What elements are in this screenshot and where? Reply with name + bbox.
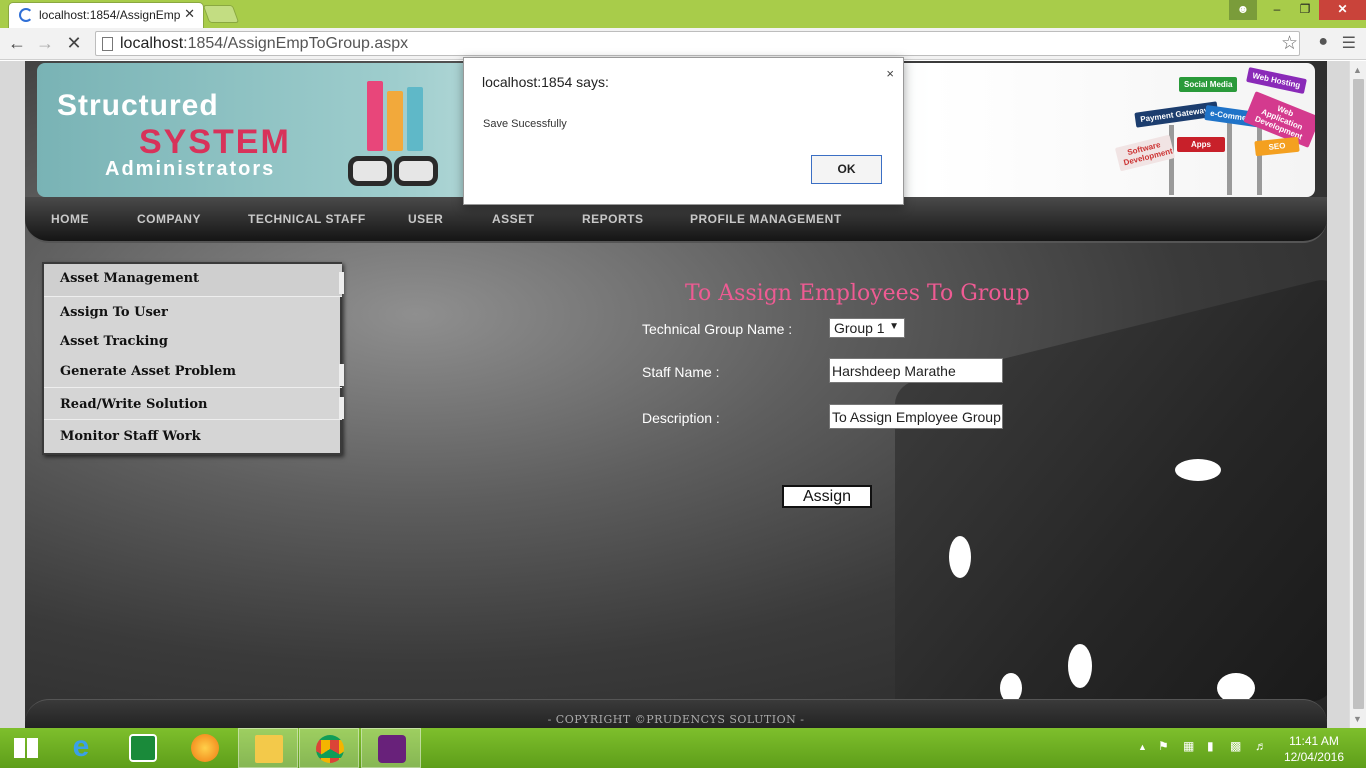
dialog-message: Save Sucessfully (483, 118, 567, 130)
clock-date: 12/04/2016 (1283, 750, 1344, 764)
logo-line-3: Administrators (105, 158, 276, 180)
sidebar-notch (339, 272, 344, 294)
sign-label: Apps (1177, 137, 1225, 152)
file-explorer-icon[interactable] (238, 728, 298, 768)
clock-time: 11:41 AM (1289, 734, 1339, 748)
user-profile-icon[interactable]: ☻ (1229, 0, 1257, 20)
staff-name-input[interactable]: Harshdeep Marathe (829, 358, 1003, 383)
scroll-down-icon[interactable]: ▼ (1353, 714, 1362, 724)
sidebar-item-asset-tracking[interactable]: Asset Tracking (44, 326, 342, 356)
sidebar-menu: Asset Management Assign To User Asset Tr… (42, 262, 344, 455)
orange-app-icon[interactable] (175, 728, 235, 768)
bookmark-star-icon[interactable]: ☆ (1281, 32, 1298, 55)
page-icon (102, 37, 113, 51)
signal-icon[interactable]: ▩ (1230, 739, 1241, 753)
clock[interactable]: 11:41 AM 12/04/2016 (1284, 733, 1344, 765)
address-bar[interactable]: localhost:1854/AssignEmpToGroup.aspx (95, 31, 1300, 56)
internet-explorer-icon[interactable]: e (51, 728, 111, 768)
windows-taskbar: e ▲ ⚑ ▦ ▮ ▩ ♬ 11:41 AM 12/04/2016 (0, 728, 1366, 768)
arrow-right-icon[interactable]: → (33, 33, 57, 54)
dice-dot (1068, 644, 1092, 688)
description-label: Description : (642, 410, 720, 426)
technical-group-label: Technical Group Name : (642, 321, 793, 337)
url-path: :1854/AssignEmpToGroup.aspx (183, 35, 409, 52)
staff-name-label: Staff Name : (642, 364, 720, 380)
technical-group-select[interactable]: Group 1 ▼ (829, 318, 905, 338)
menu-icon[interactable]: ☰ (1342, 33, 1356, 53)
menu-item-technical-staff[interactable]: TECHNICAL STAFF (248, 212, 366, 226)
window-controls: ☻ – ❐ ✕ (1229, 0, 1366, 20)
volume-icon[interactable]: ♬ (1255, 739, 1267, 753)
browser-toolbar: ← → ✕ localhost:1854/AssignEmpToGroup.as… (0, 28, 1366, 60)
chrome-icon[interactable] (299, 728, 359, 768)
sidebar-item-assign-to-user[interactable]: Assign To User (44, 296, 342, 326)
visual-studio-icon[interactable] (361, 728, 421, 768)
menu-item-home[interactable]: HOME (51, 212, 89, 226)
vertical-scrollbar[interactable]: ▲ ▼ (1349, 61, 1366, 728)
tab-close-icon[interactable]: ✕ (184, 6, 195, 22)
minimize-button[interactable]: – (1263, 0, 1291, 20)
sidebar-item-asset-management[interactable]: Asset Management (44, 264, 342, 296)
dialog-close-icon[interactable]: × (886, 66, 894, 81)
new-tab-button[interactable] (202, 5, 240, 23)
logo-line-1: Structured (57, 89, 219, 122)
sidebar-item-generate-asset-problem[interactable]: Generate Asset Problem (44, 356, 342, 387)
dialog-title: localhost:1854 says: (482, 74, 609, 90)
page-title: To Assign Employees To Group (685, 281, 1030, 306)
browser-titlebar: localhost:1854/AssignEmp ✕ ☻ – ❐ ✕ (0, 0, 1366, 28)
windows-tray-icon[interactable]: ▦ (1183, 739, 1194, 753)
sidebar-notch (339, 364, 344, 386)
browser-tab[interactable]: localhost:1854/AssignEmp ✕ (8, 2, 204, 28)
ok-button[interactable]: OK (811, 155, 882, 184)
extension-icon[interactable]: ● (1318, 33, 1328, 51)
url-host: localhost (120, 35, 184, 52)
sidebar-item-monitor-staff-work[interactable]: Monitor Staff Work (44, 419, 342, 453)
description-input[interactable]: To Assign Employee Group (829, 404, 1003, 429)
menu-item-reports[interactable]: REPORTS (582, 212, 644, 226)
technical-group-value: Group 1 (834, 320, 885, 336)
sidebar-notch (339, 397, 344, 419)
sidebar-item-read-write-solution[interactable]: Read/Write Solution (44, 387, 342, 419)
dice-dot (1175, 459, 1221, 481)
assign-button[interactable]: Assign (782, 485, 872, 508)
logo-line-2: SYSTEM (139, 123, 291, 161)
copyright-text: - COPYRIGHT ©PRUDENCYS SOLUTION - (547, 713, 805, 726)
menu-item-company[interactable]: COMPANY (137, 212, 201, 226)
store-icon[interactable] (113, 728, 173, 768)
arrow-left-icon[interactable]: ← (5, 33, 29, 54)
scroll-up-icon[interactable]: ▲ (1353, 65, 1362, 75)
services-signs: Social Media Web Hosting Payment Gateway… (1087, 67, 1315, 195)
sign-label: Web Hosting (1246, 67, 1307, 94)
battery-icon[interactable]: ▮ (1207, 739, 1214, 753)
scroll-thumb[interactable] (1353, 79, 1364, 709)
tray-expand-icon[interactable]: ▲ (1138, 742, 1147, 752)
alert-dialog: localhost:1854 says: × Save Sucessfully … (463, 57, 904, 205)
chevron-down-icon: ▼ (889, 321, 899, 332)
sign-label: Social Media (1179, 77, 1238, 92)
menu-item-user[interactable]: USER (408, 212, 443, 226)
sign-label: SEO (1254, 136, 1300, 157)
flag-icon[interactable]: ⚑ (1158, 739, 1169, 753)
sign-label: Software Development (1114, 134, 1176, 172)
maximize-button[interactable]: ❐ (1291, 0, 1319, 20)
glasses-illustration (342, 156, 442, 188)
loading-spinner-icon (19, 8, 33, 22)
tab-title: localhost:1854/AssignEmp (39, 8, 181, 22)
close-window-button[interactable]: ✕ (1319, 0, 1366, 20)
site-footer: - COPYRIGHT ©PRUDENCYS SOLUTION - (25, 699, 1327, 728)
close-icon[interactable]: ✕ (62, 33, 86, 54)
menu-item-profile-management[interactable]: PROFILE MANAGEMENT (690, 212, 842, 226)
menu-item-asset[interactable]: ASSET (492, 212, 535, 226)
dice-dot (949, 536, 971, 578)
